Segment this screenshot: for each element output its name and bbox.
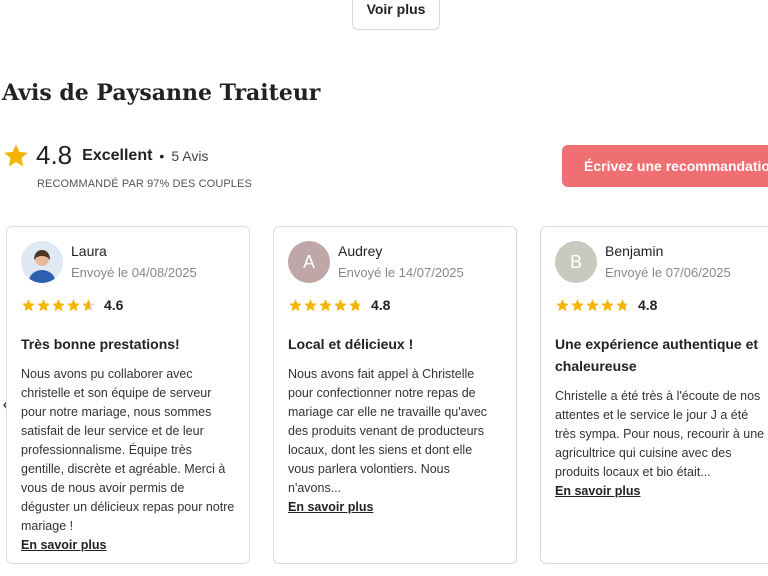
- star-icon: [319, 298, 332, 311]
- review-score: 4.6: [104, 297, 124, 313]
- read-more-link[interactable]: En savoir plus: [555, 484, 640, 498]
- star-icon: [37, 298, 50, 311]
- star-icon: [67, 298, 80, 311]
- separator-dot: •: [159, 147, 165, 164]
- review-date: Envoyé le 14/07/2025: [338, 265, 464, 280]
- review-card-audrey: A Audrey Envoyé le 14/07/2025 4.8 Local …: [273, 226, 517, 564]
- star-icon: [586, 298, 599, 311]
- rating-quality: Excellent: [82, 146, 153, 164]
- star-icon: [616, 298, 629, 311]
- star-rating: [21, 298, 96, 313]
- read-more-link[interactable]: En savoir plus: [288, 500, 373, 514]
- avatar: B: [555, 241, 597, 283]
- review-text: Christelle a été très à l'écoute de nos …: [555, 389, 765, 479]
- review-title: Local et délicieux !: [288, 336, 414, 352]
- review-date: Envoyé le 04/08/2025: [71, 265, 197, 280]
- star-icon: [334, 298, 347, 311]
- star-icon: [601, 298, 614, 311]
- star-icon: [556, 298, 569, 311]
- review-card-laura: Laura Envoyé le 04/08/2025 4.6 Très bonn…: [6, 226, 250, 564]
- reviewer-name: Laura: [71, 243, 107, 259]
- voir-plus-button[interactable]: Voir plus: [352, 0, 440, 30]
- star-icon: [289, 298, 302, 311]
- star-rating: [288, 298, 363, 313]
- star-icon: [2, 142, 30, 170]
- star-icon: [571, 298, 584, 311]
- avatar: [21, 241, 63, 283]
- write-recommendation-button[interactable]: Écrivez une recommandation: [562, 145, 768, 187]
- page-title: Avis de Paysanne Traiteur: [2, 80, 321, 106]
- review-date: Envoyé le 07/06/2025: [605, 265, 731, 280]
- review-count: 5 Avis: [171, 147, 209, 164]
- overall-rating: 4.8 Excellent • 5 Avis: [2, 140, 208, 171]
- review-title: Très bonne prestations!: [21, 336, 180, 352]
- review-score: 4.8: [638, 297, 658, 313]
- review-title: Une expérience authentique et chaleureus…: [555, 336, 759, 374]
- reviewer-name: Benjamin: [605, 243, 664, 259]
- review-text: Nous avons pu collaborer avec christelle…: [21, 367, 235, 533]
- star-icon: [22, 298, 35, 311]
- star-icon: [304, 298, 317, 311]
- reviewer-name: Audrey: [338, 243, 383, 259]
- recommend-percentage: RECOMMANDÉ PAR 97% DES COUPLES: [37, 178, 252, 190]
- read-more-link[interactable]: En savoir plus: [21, 538, 106, 552]
- star-rating: [555, 298, 630, 313]
- avatar: A: [288, 241, 330, 283]
- review-card-benjamin: B Benjamin Envoyé le 07/06/2025 4.8 Une …: [540, 226, 768, 564]
- star-icon: [349, 298, 362, 311]
- review-score: 4.8: [371, 297, 391, 313]
- star-icon: [82, 298, 95, 311]
- overall-score: 4.8: [36, 140, 73, 170]
- review-text: Nous avons fait appel à Christelle pour …: [288, 367, 488, 495]
- star-icon: [52, 298, 65, 311]
